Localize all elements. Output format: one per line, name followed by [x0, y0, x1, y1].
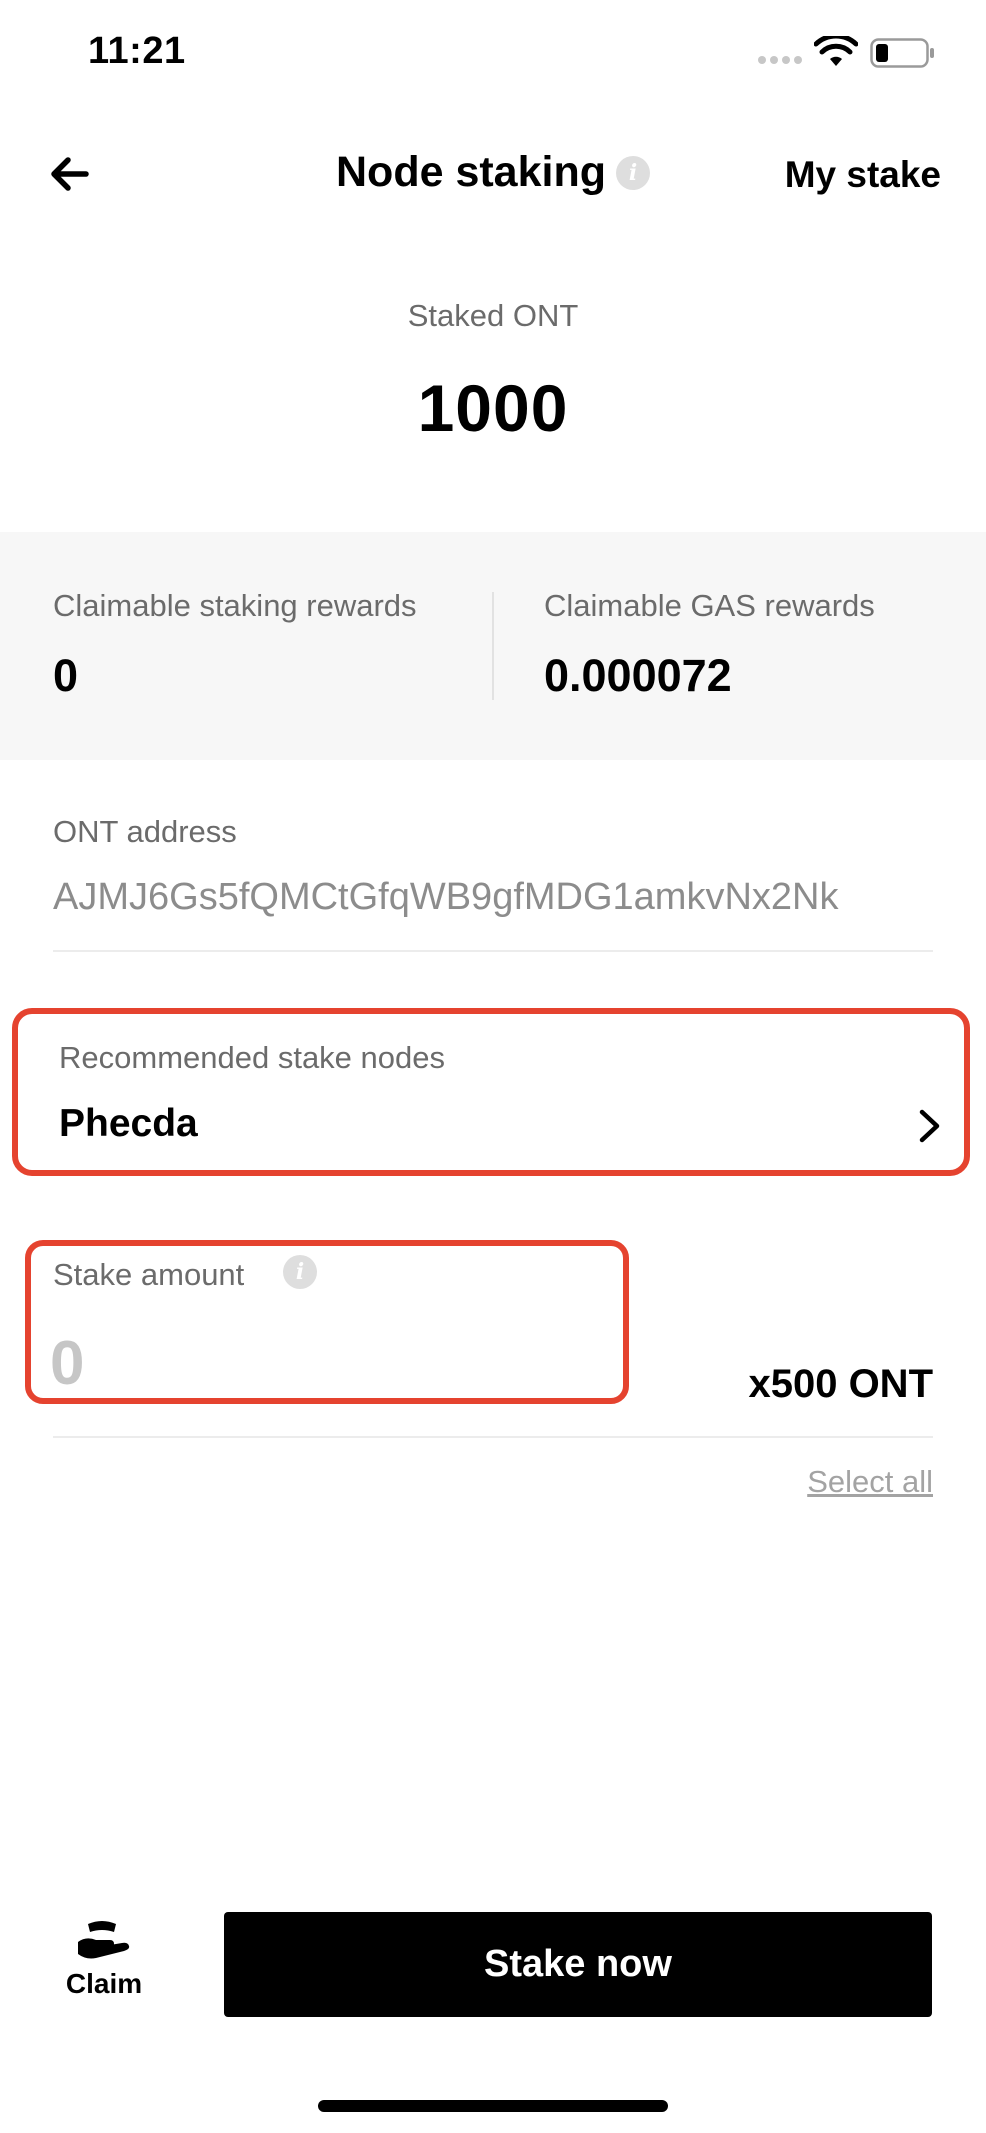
info-icon[interactable]: i	[616, 155, 650, 190]
rewards-panel: Claimable staking rewards 0 Claimable GA…	[0, 532, 986, 760]
battery-icon	[870, 38, 934, 68]
signal-icon	[758, 56, 802, 64]
my-stake-link[interactable]: My stake	[785, 154, 941, 196]
recommended-node-selector[interactable]: Recommended stake nodes Phecda	[12, 1008, 970, 1176]
staking-rewards-value: 0	[53, 650, 79, 701]
staking-rewards: Claimable staking rewards 0	[53, 588, 417, 702]
staked-ont-value: 1000	[417, 371, 569, 445]
nav-bar: Node staking i My stake	[0, 130, 986, 220]
stake-amount-input[interactable]	[50, 1328, 590, 1398]
claim-label: Claim	[65, 1968, 143, 1999]
ont-address-value: AJMJ6Gs5fQMCtGfqWB9gfMDG1amkvNx2Nk	[53, 876, 839, 918]
gas-rewards-label: Claimable GAS rewards	[544, 588, 875, 623]
claim-button[interactable]: Claim	[56, 1916, 152, 2016]
status-bar: 11:21	[0, 0, 986, 100]
stake-amount-label: Stake amount	[53, 1257, 245, 1292]
selected-node-name: Phecda	[59, 1102, 198, 1145]
gas-rewards-value: 0.000072	[544, 650, 732, 701]
stake-amount-info-icon[interactable]: i	[283, 1255, 317, 1289]
gas-rewards: Claimable GAS rewards 0.000072	[544, 588, 875, 702]
rewards-divider	[492, 592, 494, 700]
home-indicator[interactable]	[318, 2100, 668, 2112]
staking-rewards-label: Claimable staking rewards	[53, 588, 417, 623]
staked-ont-label: Staked ONT	[407, 298, 579, 333]
wifi-icon	[814, 36, 858, 66]
chevron-right-icon	[919, 1109, 940, 1143]
status-time: 11:21	[88, 30, 186, 72]
stake-now-button[interactable]: Stake now	[224, 1912, 932, 2017]
stake-amount-unit: x500 ONT	[748, 1362, 933, 1406]
divider	[53, 950, 933, 952]
recommended-node-label: Recommended stake nodes	[59, 1040, 446, 1075]
page-title: Node staking	[336, 148, 606, 196]
ont-address-label: ONT address	[53, 814, 237, 849]
node-staking-screen: 11:21 Node staking i My stake Staked ONT …	[0, 0, 986, 2133]
select-all-link[interactable]: Select all	[807, 1464, 933, 1500]
claim-icon	[78, 1921, 130, 1959]
divider	[53, 1436, 933, 1438]
